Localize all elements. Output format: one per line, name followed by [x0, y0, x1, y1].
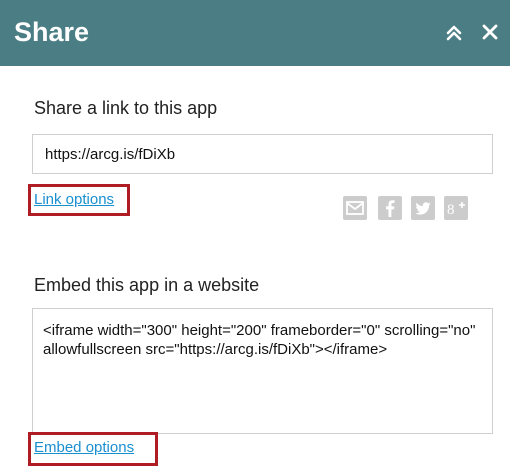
facebook-share-button[interactable] — [378, 196, 402, 220]
google-plus-share-button[interactable]: 8 — [444, 196, 468, 220]
google-plus-icon: 8 — [447, 202, 465, 218]
embed-code-field[interactable]: <iframe width="300" height="200" framebo… — [32, 308, 493, 434]
share-url-field[interactable] — [32, 134, 493, 174]
link-options-link[interactable]: Link options — [34, 191, 114, 208]
twitter-icon — [415, 202, 431, 215]
mail-icon — [346, 201, 364, 215]
close-icon — [482, 24, 498, 40]
panel-header: Share — [0, 0, 510, 66]
twitter-share-button[interactable] — [411, 196, 435, 220]
link-options-highlight: Link options — [28, 184, 130, 216]
double-chevron-up-icon — [446, 25, 462, 41]
svg-text:8: 8 — [447, 202, 455, 218]
mail-share-button[interactable] — [343, 196, 367, 220]
facebook-icon — [386, 200, 395, 217]
collapse-button[interactable] — [440, 18, 468, 46]
close-button[interactable] — [476, 18, 504, 46]
share-panel: Share Share a link to this app Link opti… — [0, 0, 510, 470]
embed-label: Embed this app in a website — [34, 275, 260, 295]
embed-options-link[interactable]: Embed options — [34, 439, 134, 456]
panel-title: Share — [14, 17, 90, 47]
embed-options-highlight: Embed options — [28, 432, 158, 466]
share-link-label: Share a link to this app — [34, 98, 218, 118]
